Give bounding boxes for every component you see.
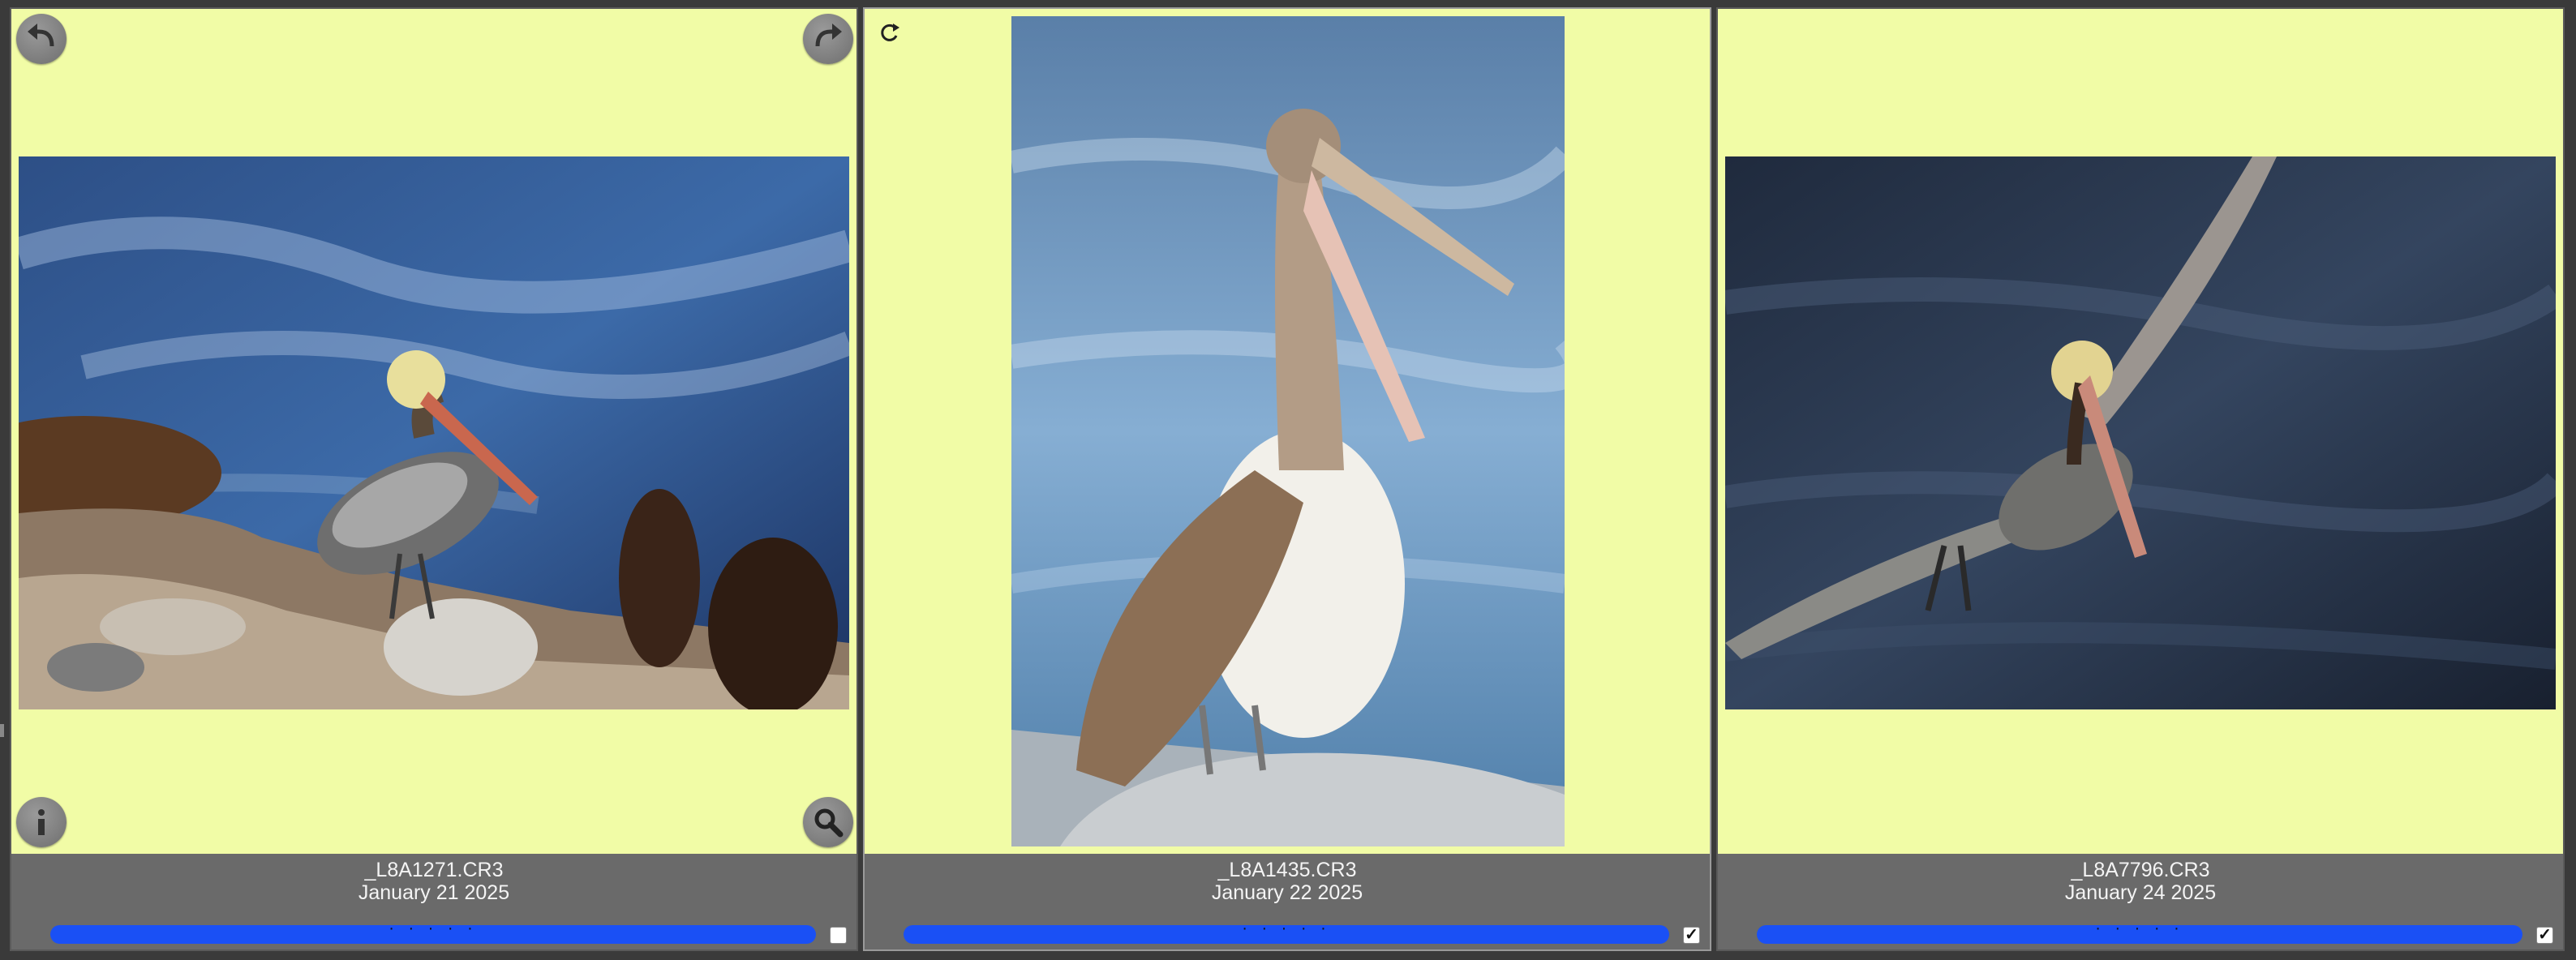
photo-caption: _L8A1435.CR3 January 22 2025 · · · · · ✓ [865,854,1710,949]
rating-dots: · · · · · [1242,919,1331,937]
photo-cell-1[interactable]: _L8A1271.CR3 January 21 2025 · · · · · [10,7,858,951]
photo-thumbnail[interactable] [1725,156,2556,709]
rating-dots: · · · · · [389,919,478,937]
sync-icon [881,24,899,41]
rotate-left-icon [28,24,54,47]
rating-bar[interactable]: · · · · · [50,919,816,944]
photo-caption: _L8A1271.CR3 January 21 2025 · · · · · [11,854,857,949]
file-name: _L8A1271.CR3 [364,859,504,881]
photo-thumbnail[interactable] [19,156,849,709]
photo-caption: _L8A7796.CR3 January 24 2025 · · · · · ✓ [1718,854,2563,949]
select-checkbox[interactable]: ✓ [1683,927,1700,944]
rotate-right-button[interactable] [803,14,853,64]
select-checkbox[interactable]: ✓ [2536,927,2553,944]
photo-date: January 24 2025 [2064,881,2217,904]
select-checkbox[interactable] [830,927,847,944]
magnifier-icon [814,808,844,838]
rating-dots: · · · · · [2095,919,2184,937]
photo-cell-2[interactable]: _L8A1435.CR3 January 22 2025 · · · · · ✓ [863,7,1711,951]
panel-resize-handle[interactable] [0,724,4,737]
info-icon [38,809,45,835]
file-name: _L8A7796.CR3 [2071,859,2210,881]
rotate-left-button[interactable] [16,14,67,64]
zoom-button[interactable] [803,797,853,847]
file-name: _L8A1435.CR3 [1217,859,1357,881]
info-button[interactable] [16,797,67,847]
photo-thumbnail[interactable] [1011,16,1565,846]
rotate-right-icon [815,24,842,47]
photo-date: January 22 2025 [1211,881,1363,904]
photo-date: January 21 2025 [358,881,510,904]
sync-button[interactable] [878,20,902,45]
rating-bar[interactable]: · · · · · [904,919,1669,944]
photo-cell-3[interactable]: _L8A7796.CR3 January 24 2025 · · · · · ✓ [1716,7,2565,951]
rating-bar[interactable]: · · · · · [1757,919,2522,944]
